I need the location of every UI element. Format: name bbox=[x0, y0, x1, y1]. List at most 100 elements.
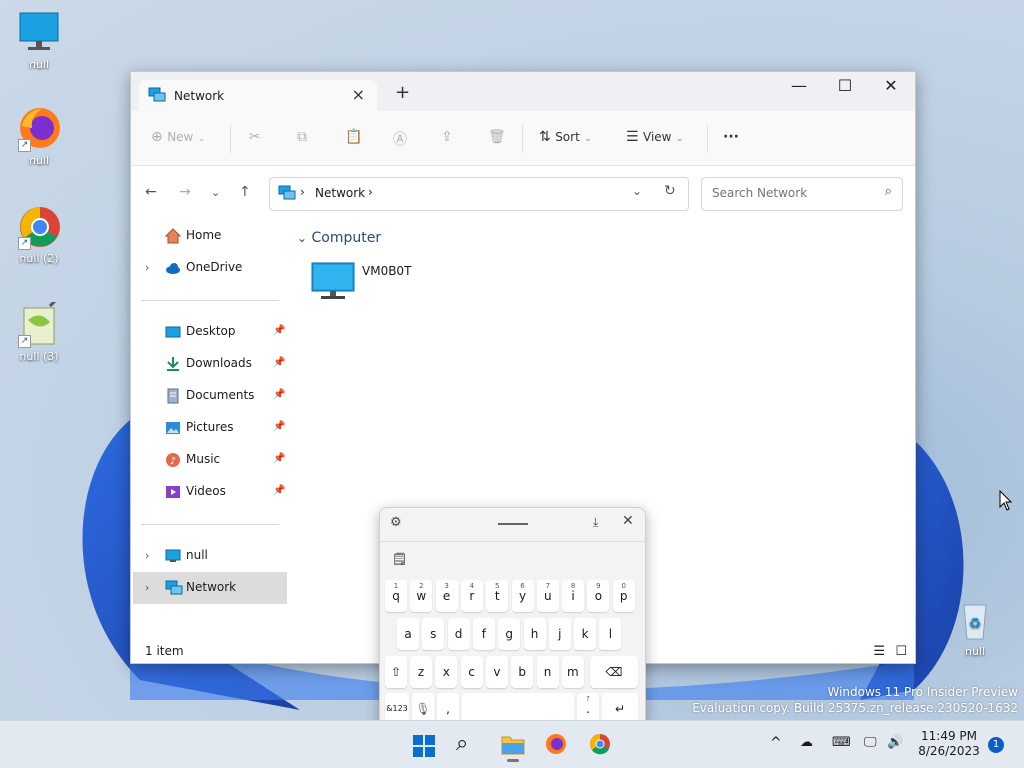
pin-icon[interactable]: 📌 bbox=[273, 357, 285, 368]
network-tray-icon[interactable]: 🖵 bbox=[864, 735, 877, 750]
key-y[interactable]: 6y bbox=[511, 580, 534, 612]
close-window-button[interactable]: ✕ bbox=[869, 76, 913, 95]
share-button[interactable]: ⇪ bbox=[441, 129, 453, 145]
key-r[interactable]: 4r bbox=[460, 580, 483, 612]
show-hidden-icons-chevron-icon[interactable]: ^ bbox=[770, 735, 782, 751]
shift-key[interactable]: ⇧ bbox=[385, 656, 407, 688]
breadcrumb-separator-icon[interactable]: › bbox=[368, 185, 373, 199]
sort-button[interactable]: ⇅ Sort ⌄ bbox=[539, 129, 592, 145]
search-box[interactable]: ⌕ bbox=[701, 177, 903, 211]
key-h[interactable]: h bbox=[523, 618, 546, 650]
key-z[interactable]: z bbox=[410, 656, 432, 688]
volume-icon[interactable]: 🔊 bbox=[887, 735, 903, 750]
rename-button[interactable]: Ⓐ bbox=[393, 129, 407, 149]
desktop-icon-chrome[interactable]: ↗ null (2) bbox=[7, 204, 71, 265]
pin-icon[interactable]: 📌 bbox=[273, 325, 285, 336]
copy-button[interactable]: ⧉ bbox=[297, 129, 307, 145]
group-header-computer[interactable]: ⌄ Computer bbox=[297, 230, 381, 246]
cut-button[interactable]: ✂ bbox=[249, 129, 261, 145]
touch-keyboard[interactable]: ⚙ ⤓ ✕ 🗒 1q2w3e4r5t6y7u8i9o0p asdfghjkl z… bbox=[379, 507, 646, 733]
file-explorer-taskbar-button[interactable] bbox=[501, 733, 525, 762]
key-d[interactable]: d bbox=[447, 618, 470, 650]
key-w[interactable]: 2w bbox=[410, 580, 433, 612]
desktop-icon-firefox[interactable]: ↗ null bbox=[7, 106, 71, 167]
key-a[interactable]: a bbox=[397, 618, 419, 650]
start-button[interactable] bbox=[413, 735, 435, 760]
chrome-taskbar-button[interactable] bbox=[589, 733, 611, 758]
forward-button[interactable]: → bbox=[179, 184, 191, 200]
breadcrumb-network[interactable]: Network bbox=[315, 186, 365, 200]
key-g[interactable]: g bbox=[498, 618, 521, 650]
minimize-button[interactable]: — bbox=[777, 76, 821, 95]
search-button[interactable]: ⌕ bbox=[456, 731, 468, 756]
key-n[interactable]: n bbox=[536, 656, 559, 688]
pin-icon[interactable]: 📌 bbox=[273, 389, 285, 400]
sidebar-item-downloads[interactable]: Downloads 📌 bbox=[133, 348, 287, 380]
refresh-icon[interactable]: ↻ bbox=[664, 183, 676, 199]
view-button[interactable]: ☰ View ⌄ bbox=[626, 129, 684, 145]
sidebar-item-desktop[interactable]: Desktop 📌 bbox=[133, 316, 287, 348]
onedrive-tray-icon[interactable]: ☁ bbox=[800, 735, 813, 750]
key-x[interactable]: x bbox=[435, 656, 458, 688]
key-l[interactable]: l bbox=[599, 618, 622, 650]
sidebar-item-null[interactable]: › null bbox=[133, 540, 287, 572]
firefox-taskbar-button[interactable] bbox=[545, 733, 567, 758]
clock[interactable]: 11:49 PM 8/26/2023 bbox=[918, 729, 980, 759]
dock-icon[interactable]: ⤓ bbox=[593, 515, 598, 530]
notification-badge[interactable]: 1 bbox=[988, 737, 1004, 753]
chevron-right-icon[interactable]: › bbox=[145, 261, 149, 274]
desktop-icon-recycle-bin[interactable]: ♻ null bbox=[943, 597, 1007, 658]
chevron-right-icon[interactable]: › bbox=[145, 549, 149, 562]
sidebar-item-onedrive[interactable]: › OneDrive bbox=[133, 252, 287, 284]
pin-icon[interactable]: 📌 bbox=[273, 421, 285, 432]
network-computer-item[interactable]: VM0B0T bbox=[311, 260, 451, 304]
key-u[interactable]: 7u bbox=[536, 580, 559, 612]
chevron-right-icon[interactable]: › bbox=[145, 581, 149, 594]
key-j[interactable]: j bbox=[548, 618, 571, 650]
key-i[interactable]: 8i bbox=[562, 580, 585, 612]
maximize-button[interactable]: ☐ bbox=[823, 76, 867, 95]
sidebar-item-music[interactable]: ♪ Music 📌 bbox=[133, 444, 287, 476]
pin-icon[interactable]: 📌 bbox=[273, 485, 285, 496]
recent-locations-button[interactable]: ⌄ bbox=[211, 186, 220, 199]
delete-button[interactable]: 🗑 bbox=[488, 129, 506, 145]
details-view-icon[interactable]: ☰ bbox=[873, 644, 885, 659]
desktop-icon-notepadpp[interactable]: ↗ null (3) bbox=[7, 294, 71, 363]
close-keyboard-icon[interactable]: ✕ bbox=[622, 513, 634, 529]
settings-gear-icon[interactable]: ⚙ bbox=[390, 515, 402, 530]
new-tab-button[interactable]: + bbox=[395, 82, 410, 103]
key-p[interactable]: 0p bbox=[612, 580, 635, 612]
emoji-clipboard-icon[interactable]: 🗒 bbox=[392, 552, 407, 566]
key-e[interactable]: 3e bbox=[435, 580, 458, 612]
desktop-icon-computer[interactable]: null bbox=[7, 10, 71, 71]
key-o[interactable]: 9o bbox=[587, 580, 610, 612]
sidebar-item-pictures[interactable]: Pictures 📌 bbox=[133, 412, 287, 444]
more-options-button[interactable]: ··· bbox=[723, 129, 739, 145]
key-q[interactable]: 1q bbox=[385, 580, 407, 612]
key-k[interactable]: k bbox=[574, 618, 597, 650]
title-bar[interactable]: Network × + — ☐ ✕ bbox=[131, 72, 915, 111]
key-b[interactable]: b bbox=[511, 656, 534, 688]
sidebar-item-home[interactable]: Home bbox=[133, 220, 287, 252]
up-button[interactable]: ↑ bbox=[239, 184, 251, 200]
back-button[interactable]: ← bbox=[145, 184, 157, 200]
search-icon[interactable]: ⌕ bbox=[885, 184, 892, 199]
tab-network[interactable]: Network × bbox=[139, 80, 377, 111]
key-c[interactable]: c bbox=[460, 656, 483, 688]
paste-button[interactable]: 📋 bbox=[345, 129, 362, 145]
address-bar[interactable]: › Network › ⌄ ↻ bbox=[269, 177, 689, 211]
new-button[interactable]: ⊕ New ⌄ bbox=[151, 129, 205, 145]
address-dropdown-icon[interactable]: ⌄ bbox=[632, 184, 642, 198]
key-s[interactable]: s bbox=[422, 618, 445, 650]
key-t[interactable]: 5t bbox=[486, 580, 509, 612]
search-input[interactable] bbox=[710, 185, 874, 201]
sidebar-item-documents[interactable]: Documents 📌 bbox=[133, 380, 287, 412]
sidebar-item-videos[interactable]: Videos 📌 bbox=[133, 476, 287, 508]
close-tab-icon[interactable]: × bbox=[352, 85, 365, 104]
key-v[interactable]: v bbox=[485, 656, 508, 688]
tiles-view-icon[interactable]: ☐ bbox=[895, 644, 907, 659]
drag-handle[interactable] bbox=[498, 523, 528, 525]
pin-icon[interactable]: 📌 bbox=[273, 453, 285, 464]
key-f[interactable]: f bbox=[472, 618, 495, 650]
keyboard-tray-icon[interactable]: ⌨ bbox=[832, 735, 851, 750]
